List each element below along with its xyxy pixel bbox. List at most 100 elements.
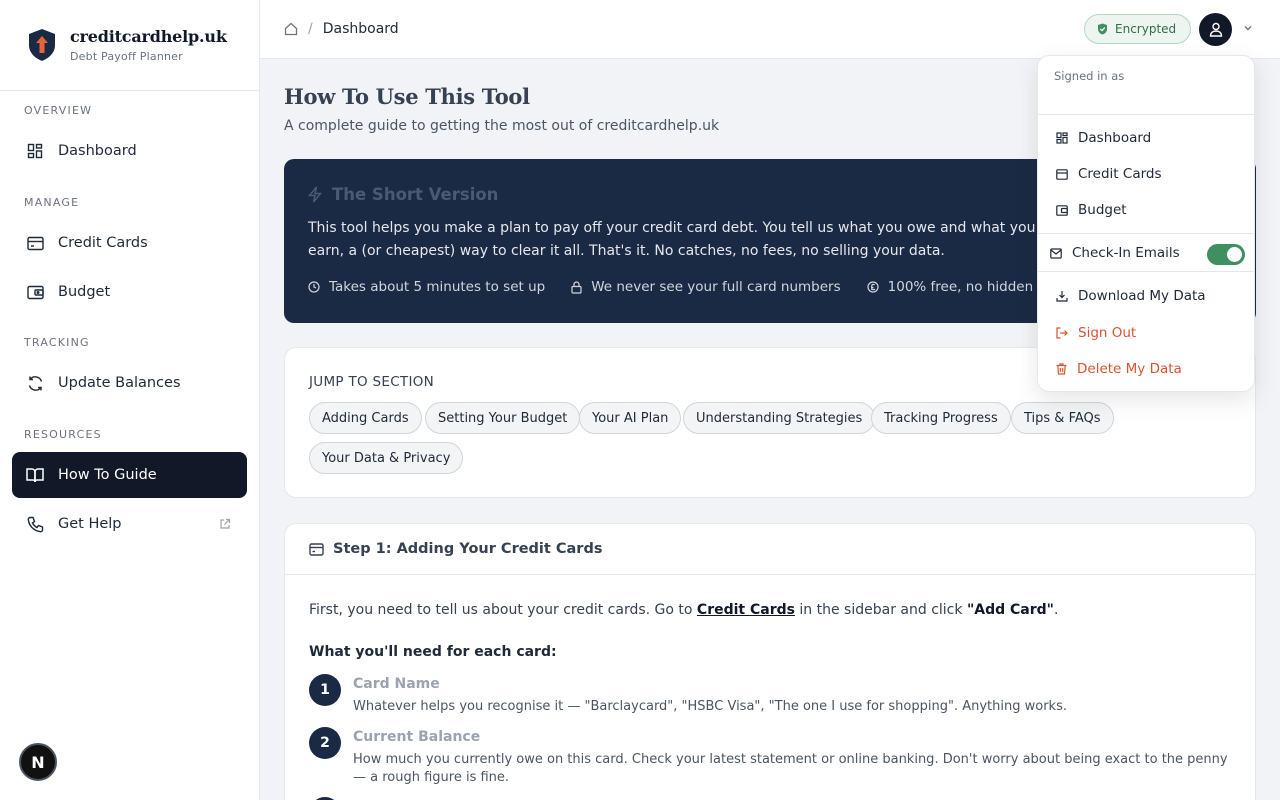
section-manage: MANAGE bbox=[24, 196, 80, 209]
menu-item-label: Credit Cards bbox=[1078, 166, 1162, 182]
chip-strategies[interactable]: Understanding Strategies bbox=[683, 402, 876, 434]
chevron-down-icon[interactable] bbox=[1242, 22, 1254, 34]
trash-icon bbox=[1056, 363, 1067, 375]
grid-icon bbox=[1056, 132, 1068, 144]
step-1-header: Step 1: Adding Your Credit Cards bbox=[285, 524, 1255, 575]
menu-item-label: Download My Data bbox=[1078, 288, 1206, 304]
item-description: How much you currently owe on this card.… bbox=[353, 752, 1228, 785]
sidebar-item-how-to-guide[interactable]: How To Guide bbox=[12, 452, 247, 498]
intro-text: in the sidebar and click bbox=[794, 602, 967, 618]
fact-time: Takes about 5 minutes to set up bbox=[308, 279, 545, 295]
step-number: 2 bbox=[309, 727, 341, 759]
menu-item-sign-out[interactable]: Sign Out bbox=[1056, 325, 1136, 341]
menu-item-download-data[interactable]: Download My Data bbox=[1056, 288, 1206, 304]
next-badge[interactable]: N bbox=[19, 743, 57, 781]
grid-icon bbox=[26, 142, 44, 160]
sidebar-item-credit-cards[interactable]: Credit Cards bbox=[12, 220, 247, 266]
chip-tracking-progress[interactable]: Tracking Progress bbox=[871, 402, 1011, 434]
sidebar-item-label: Update Balances bbox=[58, 375, 181, 391]
sidebar-item-label: Dashboard bbox=[58, 143, 137, 159]
user-icon bbox=[1209, 22, 1222, 37]
home-icon[interactable] bbox=[284, 22, 298, 36]
external-link-icon bbox=[220, 518, 231, 529]
fact-label: We never see your full card numbers bbox=[591, 279, 841, 295]
fact-privacy: We never see your full card numbers bbox=[571, 279, 841, 295]
user-dropdown-menu: Signed in as Dashboard Credit Cards Budg… bbox=[1037, 55, 1255, 392]
menu-item-credit-cards[interactable]: Credit Cards bbox=[1056, 166, 1162, 182]
intro-text: . bbox=[1053, 602, 1059, 618]
sidebar-item-dashboard[interactable]: Dashboard bbox=[12, 128, 247, 174]
step-1-title: Step 1: Adding Your Credit Cards bbox=[333, 541, 603, 557]
short-version-title: The Short Version bbox=[332, 185, 499, 204]
encrypted-badge: Encrypted bbox=[1084, 14, 1192, 44]
breadcrumb-current: Dashboard bbox=[322, 21, 399, 37]
page-title: How To Use This Tool bbox=[284, 84, 530, 109]
fact-label: Takes about 5 minutes to set up bbox=[329, 279, 546, 295]
download-icon bbox=[1056, 291, 1068, 302]
menu-item-label: Sign Out bbox=[1078, 325, 1137, 341]
lightning-icon bbox=[308, 186, 322, 203]
menu-item-checkin-emails: Check-In Emails bbox=[1050, 245, 1180, 261]
sign-out-icon bbox=[1056, 327, 1068, 339]
item-title: Current Balance bbox=[353, 729, 481, 745]
menu-item-label: Budget bbox=[1078, 202, 1127, 218]
card-icon bbox=[26, 234, 44, 252]
sidebar-item-label: Get Help bbox=[58, 516, 122, 532]
short-version-facts: Takes about 5 minutes to set up We never… bbox=[308, 279, 1099, 295]
section-resources: RESOURCES bbox=[24, 428, 102, 441]
menu-item-budget[interactable]: Budget bbox=[1056, 202, 1127, 218]
chip-adding-cards[interactable]: Adding Cards bbox=[309, 402, 422, 434]
sidebar-item-label: How To Guide bbox=[58, 467, 157, 483]
lock-icon bbox=[571, 280, 582, 294]
step-number: 1 bbox=[309, 674, 341, 706]
pound-coin-icon bbox=[867, 281, 879, 293]
sidebar-item-get-help[interactable]: Get Help bbox=[12, 501, 247, 547]
user-avatar-button[interactable] bbox=[1199, 13, 1232, 46]
add-card-label: "Add Card" bbox=[966, 602, 1054, 618]
sidebar-item-label: Credit Cards bbox=[58, 235, 148, 251]
menu-divider bbox=[1038, 271, 1254, 272]
top-header: / Dashboard Encrypted bbox=[260, 0, 1280, 59]
section-tracking: TRACKING bbox=[24, 336, 90, 349]
page-subtitle: A complete guide to getting the most out… bbox=[284, 118, 720, 134]
section-overview: OVERVIEW bbox=[24, 104, 93, 117]
wallet-icon bbox=[1056, 204, 1068, 216]
clock-icon bbox=[308, 281, 320, 293]
chip-setting-budget[interactable]: Setting Your Budget bbox=[425, 402, 581, 434]
menu-item-label: Dashboard bbox=[1078, 130, 1152, 146]
chip-tips-faqs[interactable]: Tips & FAQs bbox=[1011, 402, 1114, 434]
brand[interactable]: creditcardhelp.uk Debt Payoff Planner bbox=[0, 0, 259, 91]
signed-in-label: Signed in as bbox=[1054, 69, 1125, 83]
sidebar: creditcardhelp.uk Debt Payoff Planner OV… bbox=[0, 0, 260, 800]
chip-ai-plan[interactable]: Your AI Plan bbox=[579, 402, 682, 434]
shield-check-icon bbox=[1098, 23, 1107, 35]
sidebar-item-budget[interactable]: Budget bbox=[12, 269, 247, 315]
brand-title: creditcardhelp.uk bbox=[70, 27, 227, 46]
refresh-icon bbox=[26, 374, 44, 392]
sidebar-item-update-balances[interactable]: Update Balances bbox=[12, 360, 247, 406]
menu-divider bbox=[1038, 233, 1254, 234]
need-title: What you'll need for each card: bbox=[309, 644, 557, 660]
credit-cards-link[interactable]: Credit Cards bbox=[697, 602, 795, 618]
step-1-intro: First, you need to tell us about your cr… bbox=[309, 602, 1058, 618]
card-icon bbox=[309, 542, 324, 556]
sidebar-item-label: Budget bbox=[58, 284, 111, 300]
menu-item-label: Check-In Emails bbox=[1072, 245, 1180, 261]
card-icon bbox=[1056, 168, 1068, 180]
mail-icon bbox=[1050, 247, 1062, 259]
chip-data-privacy[interactable]: Your Data & Privacy bbox=[309, 442, 464, 474]
book-icon bbox=[26, 466, 44, 484]
checkin-emails-toggle[interactable] bbox=[1207, 244, 1245, 265]
menu-item-dashboard[interactable]: Dashboard bbox=[1056, 130, 1151, 146]
wallet-icon bbox=[26, 283, 44, 301]
item-description: Whatever helps you recognise it — "Barcl… bbox=[353, 699, 1067, 714]
short-version-text: This tool helps you make a plan to pay o… bbox=[308, 220, 1036, 259]
menu-item-delete-data[interactable]: Delete My Data bbox=[1056, 361, 1182, 377]
encrypted-label: Encrypted bbox=[1115, 22, 1177, 36]
menu-item-label: Delete My Data bbox=[1077, 361, 1182, 377]
menu-divider bbox=[1038, 114, 1254, 115]
item-title: Card Name bbox=[353, 676, 440, 692]
phone-icon bbox=[26, 515, 44, 533]
intro-text: First, you need to tell us about your cr… bbox=[309, 602, 697, 618]
brand-subtitle: Debt Payoff Planner bbox=[70, 50, 183, 63]
